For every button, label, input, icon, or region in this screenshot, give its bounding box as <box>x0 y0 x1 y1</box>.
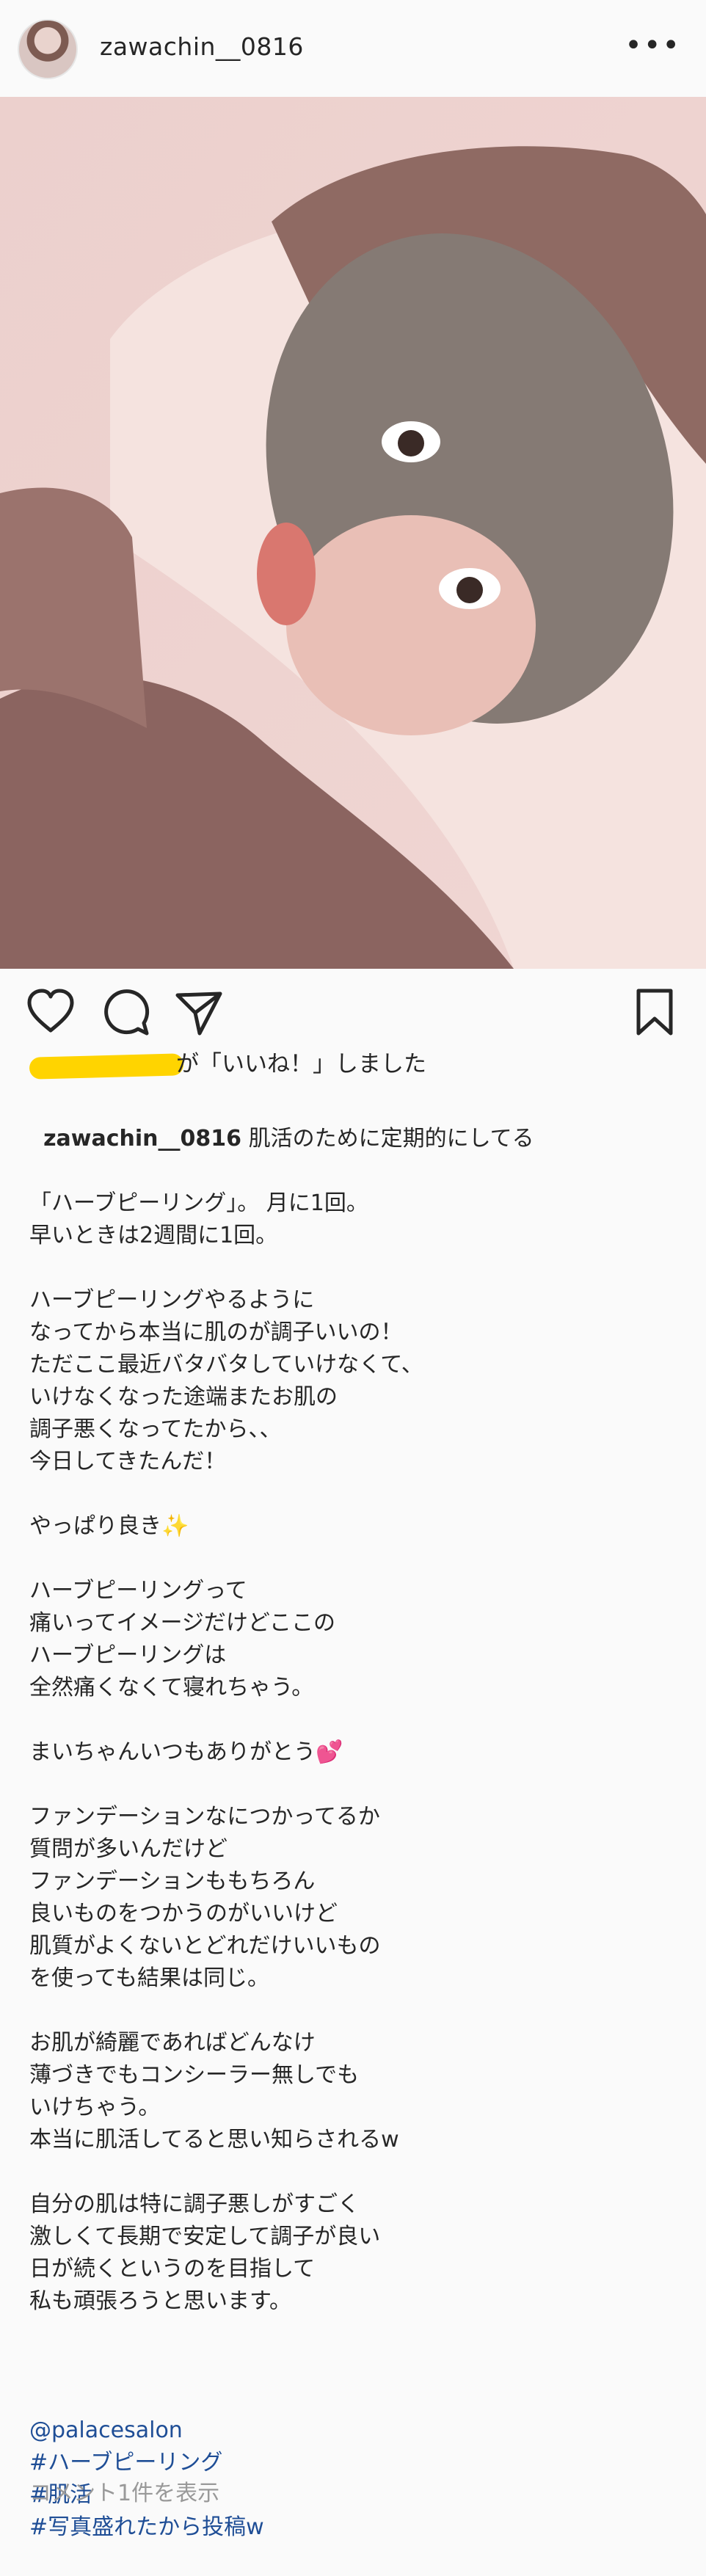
caption-line <box>29 1995 690 2027</box>
caption-line: まいちゃんいつもありがとう💕 <box>29 1739 343 1765</box>
post-header: zawachin__0816 ••• <box>0 0 706 97</box>
caption-line: 本当に肌活してると思い知らされるw <box>29 2127 399 2153</box>
caption-line: 良いものをつかうのがいいけど <box>29 1901 338 1926</box>
caption-line <box>29 1704 690 1736</box>
bookmark-icon[interactable] <box>633 986 677 1038</box>
caption-line: 痛いってイメージだけどここの <box>29 1610 335 1636</box>
share-icon[interactable] <box>173 986 225 1038</box>
likes-text[interactable]: が「いいね！」しました <box>176 1048 426 1080</box>
redacted-name <box>29 1053 184 1080</box>
caption-line: いけなくなった途端またお肌の <box>29 1384 338 1410</box>
avatar[interactable] <box>18 19 78 79</box>
caption-line: 質問が多いんだけど <box>29 1836 228 1862</box>
caption-line: やっぱり良き✨ <box>29 1513 189 1539</box>
caption-line: を使っても結果は同じ。 <box>29 1965 269 1991</box>
header-username[interactable]: zawachin__0816 <box>100 32 304 61</box>
caption-username[interactable]: zawachin__0816 <box>43 1126 241 1151</box>
caption-line: 今日してきたんだ！ <box>29 1449 227 1474</box>
caption-line: 激しくて長期で安定して調子が良い <box>29 2224 381 2249</box>
comment-icon[interactable] <box>101 986 153 1038</box>
caption-line <box>29 2318 690 2350</box>
hashtag-link[interactable]: #写真盛れたから投稿w <box>29 2511 690 2544</box>
hashtag-link[interactable]: @palacesalon <box>29 2415 690 2447</box>
more-options-icon[interactable]: ••• <box>625 31 681 60</box>
caption-line: ファンデーションなにつかってるか <box>29 1804 380 1830</box>
caption-line: ハーブピーリングやるように <box>29 1287 315 1313</box>
caption-line: なってから本当に肌のが調子いいの！ <box>29 1320 403 1345</box>
caption-line: 自分の肌は特に調子悪しがすごく <box>29 2191 360 2217</box>
caption-line: いけちゃう。 <box>29 2095 161 2120</box>
caption-line: 調子悪くなってたから、、 <box>29 1416 282 1442</box>
caption-line <box>29 2156 690 2188</box>
caption-line: 私も頑張ろうと思います。 <box>29 2288 291 2314</box>
caption-line: 「ハーブピーリング」。 月に1回。 <box>29 1190 368 1216</box>
caption-line: 早いときは2週間に1回。 <box>29 1223 278 1248</box>
caption-line <box>29 1252 690 1284</box>
caption-line: 薄づきでもコンシーラー無しでも <box>29 2062 360 2088</box>
caption-line: 全然痛くなくて寝れちゃう。 <box>29 1675 314 1700</box>
caption-line: お肌が綺麗であればどんなけ <box>29 2030 316 2056</box>
view-comments-link[interactable]: コメント1件を表示 <box>29 2475 219 2507</box>
caption-line: 日が続くというのを目指して <box>29 2256 316 2282</box>
caption-line <box>29 1478 690 1510</box>
action-bar <box>0 969 706 1049</box>
caption-line: ハーブピーリングは <box>29 1642 227 1668</box>
caption-body: 「ハーブピーリング」。 月に1回。 早いときは2週間に1回。 ハーブピーリングやる… <box>29 1187 690 2350</box>
caption-line <box>29 1769 690 1801</box>
caption-first-line: 肌活のために定期的にしてる <box>248 1126 534 1151</box>
caption-line: 肌質がよくないとどれだけいいもの <box>29 1933 381 1959</box>
caption-line <box>29 1543 690 1575</box>
post-photo[interactable] <box>0 97 706 969</box>
caption-line: ハーブピーリングって <box>29 1578 247 1604</box>
caption: zawachin__0816 肌活のために定期的にしてる 「ハーブピーリング」。… <box>29 1091 690 2576</box>
caption-line: ただここ最近バタバタしていけなくて、 <box>29 1352 423 1378</box>
heart-icon[interactable] <box>25 986 76 1038</box>
caption-line: ファンデーションももちろん <box>29 1869 316 1894</box>
